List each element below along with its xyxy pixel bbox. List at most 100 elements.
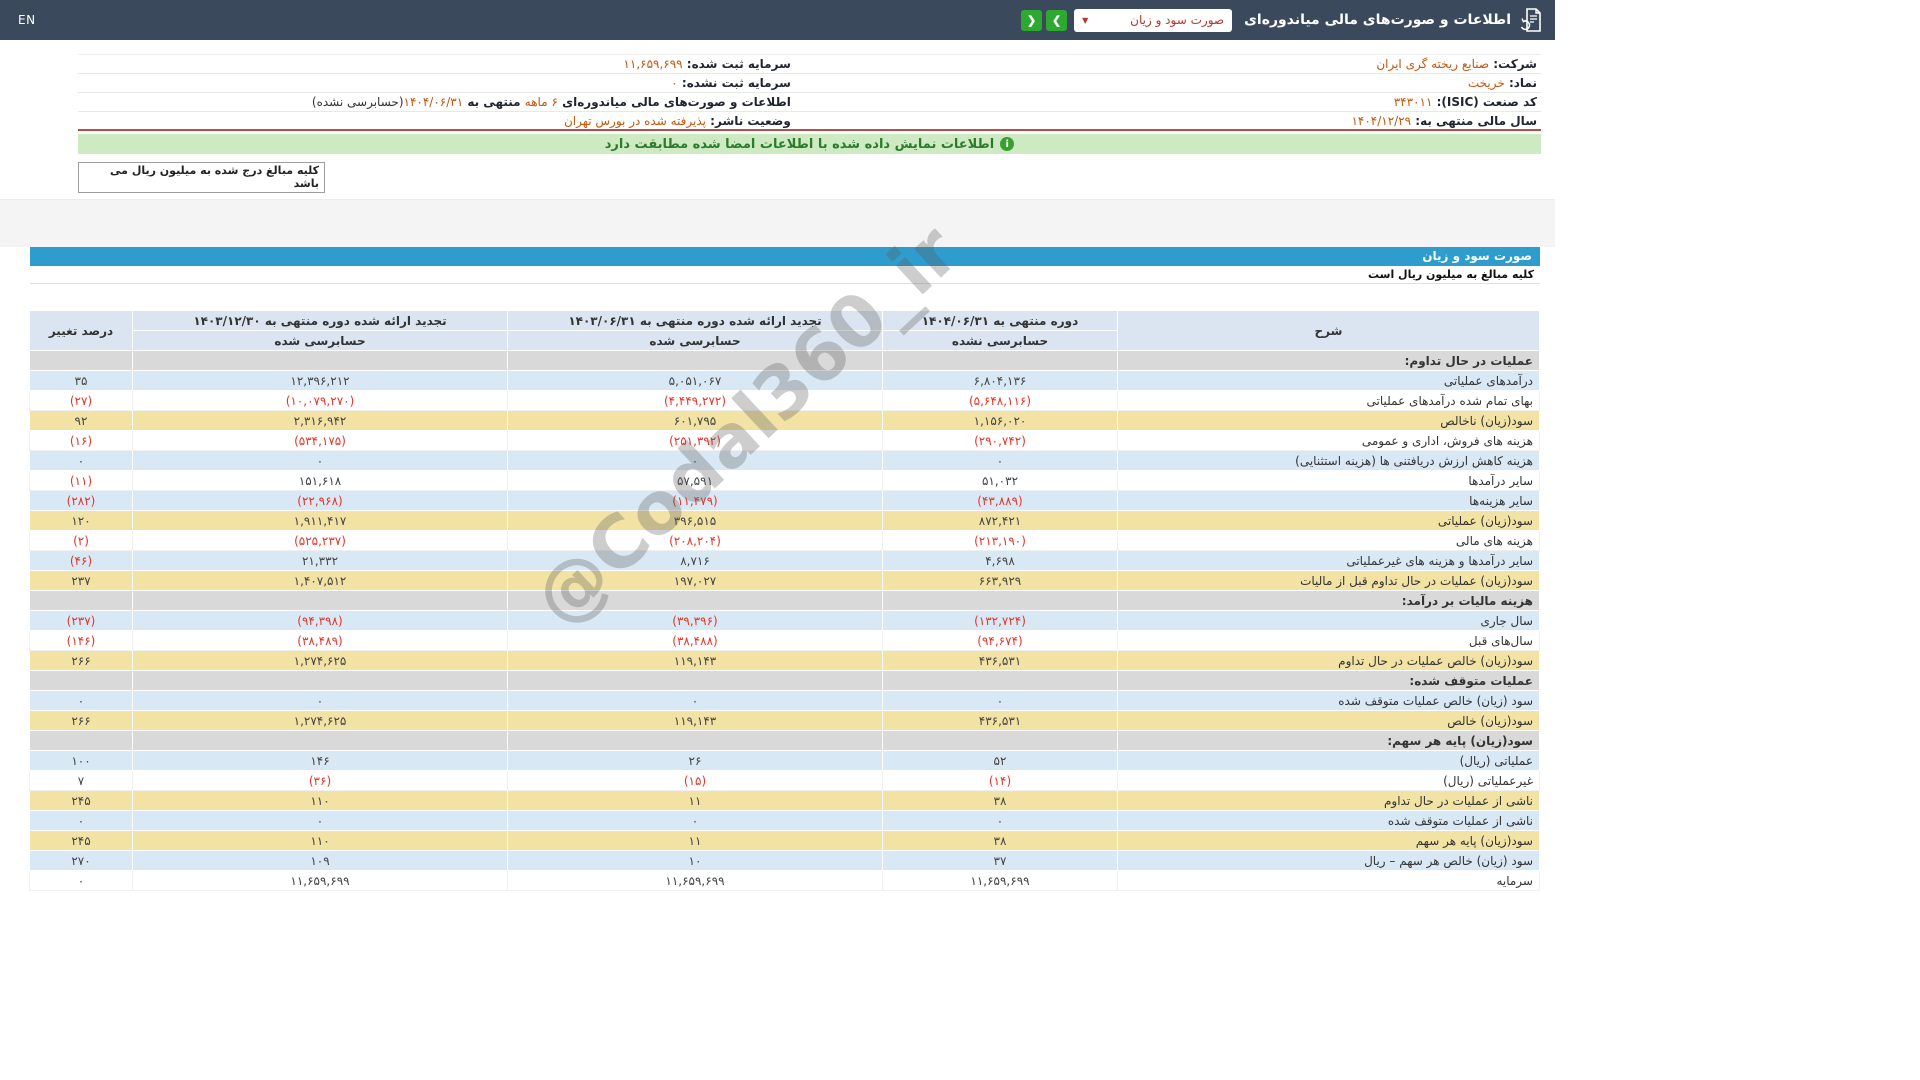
row-value: ۲۱,۳۳۲ [133, 551, 508, 571]
statement-unit-note: کلیه مبالغ به میلیون ریال است [30, 266, 1540, 284]
row-value [883, 671, 1118, 691]
row-value: ۰ [133, 811, 508, 831]
info-label: اطلاعات و صورت‌های مالی میاندوره‌ای [558, 95, 791, 109]
row-value: (۱۰,۰۷۹,۲۷۰) [133, 391, 508, 411]
row-value [133, 671, 508, 691]
row-value: ۱۱,۶۵۹,۶۹۹ [508, 871, 883, 891]
company-info-row: شرکت: صنایع ریخته گری ایرانسرمایه ثبت شد… [78, 55, 1541, 74]
signed-confirmation-bar: i اطلاعات نمایش داده شده با اطلاعات امضا… [78, 134, 1541, 154]
info-value: ۳۴۳۰۱۱ [1394, 95, 1433, 109]
row-value: ۰ [508, 451, 883, 471]
table-row: ناشی از عملیات متوقف شده۰۰۰۰ [30, 811, 1540, 831]
row-label: سود(زیان) پایه هر سهم: [1118, 731, 1540, 751]
info-label: منتهی به [463, 95, 525, 109]
row-value: ۴۳۶,۵۳۱ [883, 651, 1118, 671]
row-value: ۱۰ [508, 851, 883, 871]
table-row: سرمایه۱۱,۶۵۹,۶۹۹۱۱,۶۵۹,۶۹۹۱۱,۶۵۹,۶۹۹۰ [30, 871, 1540, 891]
company-info-cell: اطلاعات و صورت‌های مالی میاندوره‌ای ۶ ما… [78, 94, 795, 110]
nav-prev-button[interactable]: ❯ [1046, 10, 1067, 31]
col-subheader-audited-2: حسابرسی شده [133, 331, 508, 351]
table-row: سود(زیان) خالص۴۳۶,۵۳۱۱۱۹,۱۴۳۱,۲۷۴,۶۲۵۲۶۶ [30, 711, 1540, 731]
table-row: هزینه کاهش ارزش دریافتنی ها (هزینه استثن… [30, 451, 1540, 471]
row-label: عملیاتی (ریال) [1118, 751, 1540, 771]
row-value: (۲) [30, 531, 133, 551]
row-value: (۲۷) [30, 391, 133, 411]
table-row: سود(زیان) خالص عملیات در حال تداوم۴۳۶,۵۳… [30, 651, 1540, 671]
table-row: سود(زیان) عملیاتی۸۷۲,۴۲۱۳۹۶,۵۱۵۱,۹۱۱,۴۱۷… [30, 511, 1540, 531]
language-toggle[interactable]: EN [18, 13, 36, 27]
page-title: اطلاعات و صورت‌های مالی میاندوره‌ای [1244, 12, 1511, 28]
row-value: ۸۷۲,۴۲۱ [883, 511, 1118, 531]
table-row: غیرعملیاتی (ریال)(۱۴)(۱۵)(۳۶)۷ [30, 771, 1540, 791]
row-label: غیرعملیاتی (ریال) [1118, 771, 1540, 791]
company-info-card: شرکت: صنایع ریخته گری ایرانسرمایه ثبت شد… [78, 54, 1541, 193]
row-value: ۶,۸۰۴,۱۳۶ [883, 371, 1118, 391]
statement-table-header: شرح دوره منتهی به ۱۴۰۴/۰۶/۳۱ تجدید ارائه… [30, 311, 1540, 351]
info-label: سرمایه ثبت نشده: [678, 76, 791, 90]
table-row: بهای تمام شده درآمدهای عملیاتی(۵,۶۴۸,۱۱۶… [30, 391, 1540, 411]
company-info-cell: وضعیت ناشر: پذیرفته شده در بورس تهران [78, 113, 795, 129]
row-value: (۳۸,۴۸۹) [133, 631, 508, 651]
row-value: ۰ [133, 691, 508, 711]
row-value: ۱۱۰ [133, 831, 508, 851]
row-value: ۲۶۶ [30, 711, 133, 731]
info-icon: i [1000, 137, 1014, 151]
row-label: عملیات در حال تداوم: [1118, 351, 1540, 371]
row-value: (۵,۶۴۸,۱۱۶) [883, 391, 1118, 411]
row-value: ۵,۰۵۱,۰۶۷ [508, 371, 883, 391]
info-value: ۶ ماهه [525, 95, 558, 109]
row-value: ۶۰۱,۷۹۵ [508, 411, 883, 431]
row-value [133, 591, 508, 611]
row-value: ۰ [30, 691, 133, 711]
row-label: سود(زیان) پایه هر سهم [1118, 831, 1540, 851]
row-value: (۱۶) [30, 431, 133, 451]
row-value: ۱,۲۷۴,۶۲۵ [133, 651, 508, 671]
row-value: ۰ [30, 811, 133, 831]
table-row: سایر درآمدها۵۱,۰۳۲۵۷,۵۹۱۱۵۱,۶۱۸(۱۱) [30, 471, 1540, 491]
row-value: (۳۶) [133, 771, 508, 791]
row-value: (۲۱۳,۱۹۰) [883, 531, 1118, 551]
table-row: سایر هزینه‌ها(۴۳,۸۸۹)(۱۱,۴۷۹)(۲۲,۹۶۸)(۲۸… [30, 491, 1540, 511]
section-row: هزینه مالیات بر درآمد: [30, 591, 1540, 611]
row-value: (۱۱) [30, 471, 133, 491]
row-value: ۲۳۷ [30, 571, 133, 591]
row-value: (۲۹۰,۷۴۲) [883, 431, 1118, 451]
row-value: ۱۵۱,۶۱۸ [133, 471, 508, 491]
table-row: سود(زیان) عملیات در حال تداوم قبل از مال… [30, 571, 1540, 591]
row-label: سود(زیان) خالص [1118, 711, 1540, 731]
col-header-period-current: دوره منتهی به ۱۴۰۴/۰۶/۳۱ [883, 311, 1118, 331]
row-value: (۲۲,۹۶۸) [133, 491, 508, 511]
statement-type-select[interactable]: صورت سود و زیان ▼ [1074, 9, 1232, 32]
row-value: (۲۸۲) [30, 491, 133, 511]
nav-next-button[interactable]: ❮ [1021, 10, 1042, 31]
row-value: ۰ [883, 451, 1118, 471]
row-value: (۴۶) [30, 551, 133, 571]
row-value: ۵۱,۰۳۲ [883, 471, 1118, 491]
section-divider [0, 199, 1555, 247]
table-row: سال‌های قبل(۹۴,۶۷۴)(۳۸,۴۸۸)(۳۸,۴۸۹)(۱۴۶) [30, 631, 1540, 651]
row-value [508, 731, 883, 751]
row-label: سود (زیان) خالص هر سهم – ریال [1118, 851, 1540, 871]
row-value: (۱۴) [883, 771, 1118, 791]
million-rial-note: کلیه مبالغ درج شده به میلیون ریال می باش… [78, 162, 325, 193]
row-value: ۱۱,۶۵۹,۶۹۹ [133, 871, 508, 891]
row-value: ۰ [883, 811, 1118, 831]
row-value: ۱۱۹,۱۴۳ [508, 711, 883, 731]
company-info-cell: سال مالی منتهی به: ۱۴۰۴/۱۲/۲۹ [795, 113, 1541, 129]
row-value [883, 731, 1118, 751]
row-value: ۱,۴۰۷,۵۱۲ [133, 571, 508, 591]
row-label: سایر هزینه‌ها [1118, 491, 1540, 511]
document-refresh-icon[interactable] [1519, 7, 1545, 33]
row-value: (۱۴۶) [30, 631, 133, 651]
row-label: بهای تمام شده درآمدهای عملیاتی [1118, 391, 1540, 411]
table-row: هزینه های فروش، اداری و عمومی(۲۹۰,۷۴۲)(۲… [30, 431, 1540, 451]
col-subheader-audited-1: حسابرسی شده [508, 331, 883, 351]
row-value [133, 351, 508, 371]
row-value: (۳۹,۳۹۶) [508, 611, 883, 631]
row-value: ۳۷ [883, 851, 1118, 871]
company-info-row: کد صنعت (ISIC): ۳۴۳۰۱۱اطلاعات و صورت‌های… [78, 93, 1541, 112]
row-label: سال‌های قبل [1118, 631, 1540, 651]
company-info-cell: سرمایه ثبت شده: ۱۱,۶۵۹,۶۹۹ [78, 56, 795, 72]
table-row: عملیاتی (ریال)۵۲۲۶۱۴۶۱۰۰ [30, 751, 1540, 771]
row-label: ناشی از عملیات متوقف شده [1118, 811, 1540, 831]
